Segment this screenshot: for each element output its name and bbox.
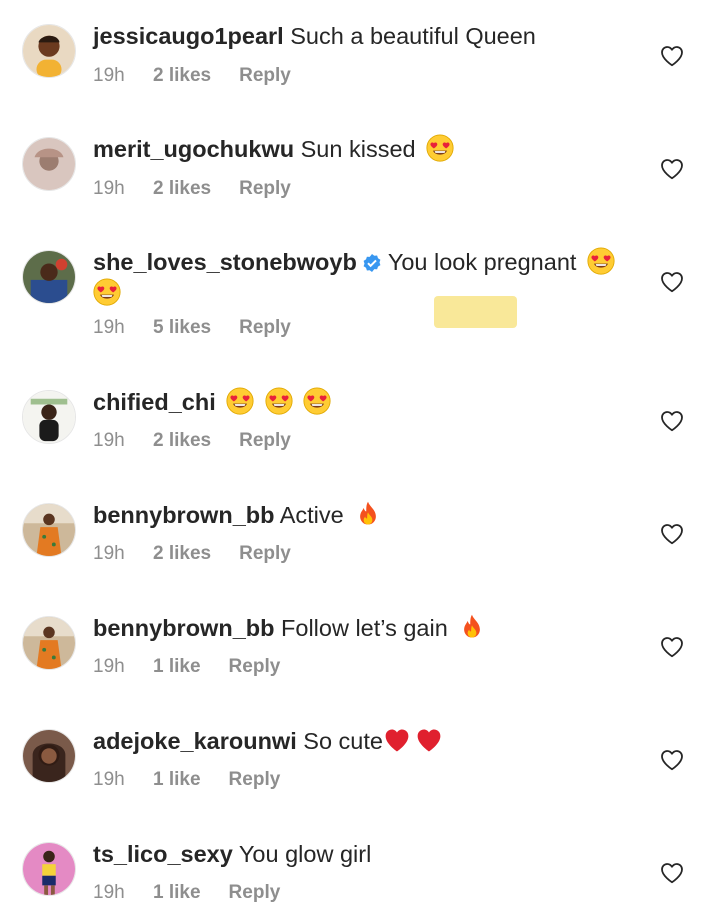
heart-eyes-emoji [587, 247, 615, 275]
comment-time: 19h [93, 178, 125, 199]
heart-eyes-emoji [426, 134, 454, 162]
avatar[interactable] [22, 137, 76, 191]
comment-text: You look pregnant [387, 249, 577, 275]
comment-likes[interactable]: 5 likes [153, 317, 211, 339]
comment-likes[interactable]: 2 likes [153, 65, 211, 87]
comment-text: You glow girl [238, 841, 372, 867]
comment-text: Such a beautiful Queen [290, 23, 536, 49]
comment-username[interactable]: jessicaugo1pearl [93, 23, 284, 49]
comment-username[interactable]: bennybrown_bb [93, 502, 274, 528]
heart-outline-icon[interactable] [660, 862, 684, 884]
comment-text: Active [279, 502, 344, 528]
comment-username[interactable]: chified_chi [93, 389, 216, 415]
heart-outline-icon[interactable] [660, 749, 684, 771]
comment-time: 19h [93, 65, 125, 86]
comment-username[interactable]: bennybrown_bb [93, 615, 274, 641]
reply-button[interactable]: Reply [229, 882, 281, 904]
comment-time: 19h [93, 430, 125, 451]
avatar[interactable] [22, 24, 76, 78]
heart-eyes-emoji [303, 387, 331, 415]
verified-badge-icon [363, 254, 381, 272]
heart-eyes-emoji [265, 387, 293, 415]
fire-emoji [458, 613, 486, 641]
comment-likes[interactable]: 1 like [153, 656, 201, 678]
reply-button[interactable]: Reply [229, 769, 281, 791]
comment-likes[interactable]: 2 likes [153, 178, 211, 200]
reply-button[interactable]: Reply [239, 65, 291, 87]
red-heart-emoji [383, 726, 411, 754]
reply-button[interactable]: Reply [239, 178, 291, 200]
reply-button[interactable]: Reply [239, 317, 291, 339]
reply-button[interactable]: Reply [239, 543, 291, 565]
avatar[interactable] [22, 250, 76, 304]
avatar[interactable] [22, 616, 76, 670]
comment-username[interactable]: adejoke_karounwi [93, 728, 297, 754]
comment-time: 19h [93, 769, 125, 790]
red-heart-emoji [415, 726, 443, 754]
comment-time: 19h [93, 656, 125, 677]
highlight-mark [434, 296, 517, 328]
comment-text: Follow let’s gain [281, 615, 448, 641]
comment-likes[interactable]: 1 like [153, 769, 201, 791]
avatar[interactable] [22, 390, 76, 444]
heart-outline-icon[interactable] [660, 271, 684, 293]
avatar[interactable] [22, 729, 76, 783]
comment-username[interactable]: merit_ugochukwu [93, 136, 294, 162]
comment-likes[interactable]: 1 like [153, 882, 201, 904]
heart-eyes-emoji [93, 278, 121, 306]
avatar[interactable] [22, 842, 76, 896]
comment-time: 19h [93, 317, 125, 338]
heart-outline-icon[interactable] [660, 45, 684, 67]
avatar[interactable] [22, 503, 76, 557]
fire-emoji [354, 500, 382, 528]
reply-button[interactable]: Reply [229, 656, 281, 678]
comment-username[interactable]: ts_lico_sexy [93, 841, 233, 867]
comment-username[interactable]: she_loves_stonebwoyb [93, 249, 357, 275]
heart-outline-icon[interactable] [660, 158, 684, 180]
comment-time: 19h [93, 543, 125, 564]
heart-eyes-emoji [226, 387, 254, 415]
comment-time: 19h [93, 882, 125, 903]
comment-text: Sun kissed [300, 136, 416, 162]
comment-likes[interactable]: 2 likes [153, 430, 211, 452]
comment-text: So cute [303, 728, 383, 754]
heart-outline-icon[interactable] [660, 523, 684, 545]
reply-button[interactable]: Reply [239, 430, 291, 452]
heart-outline-icon[interactable] [660, 410, 684, 432]
heart-outline-icon[interactable] [660, 636, 684, 658]
comment-likes[interactable]: 2 likes [153, 543, 211, 565]
